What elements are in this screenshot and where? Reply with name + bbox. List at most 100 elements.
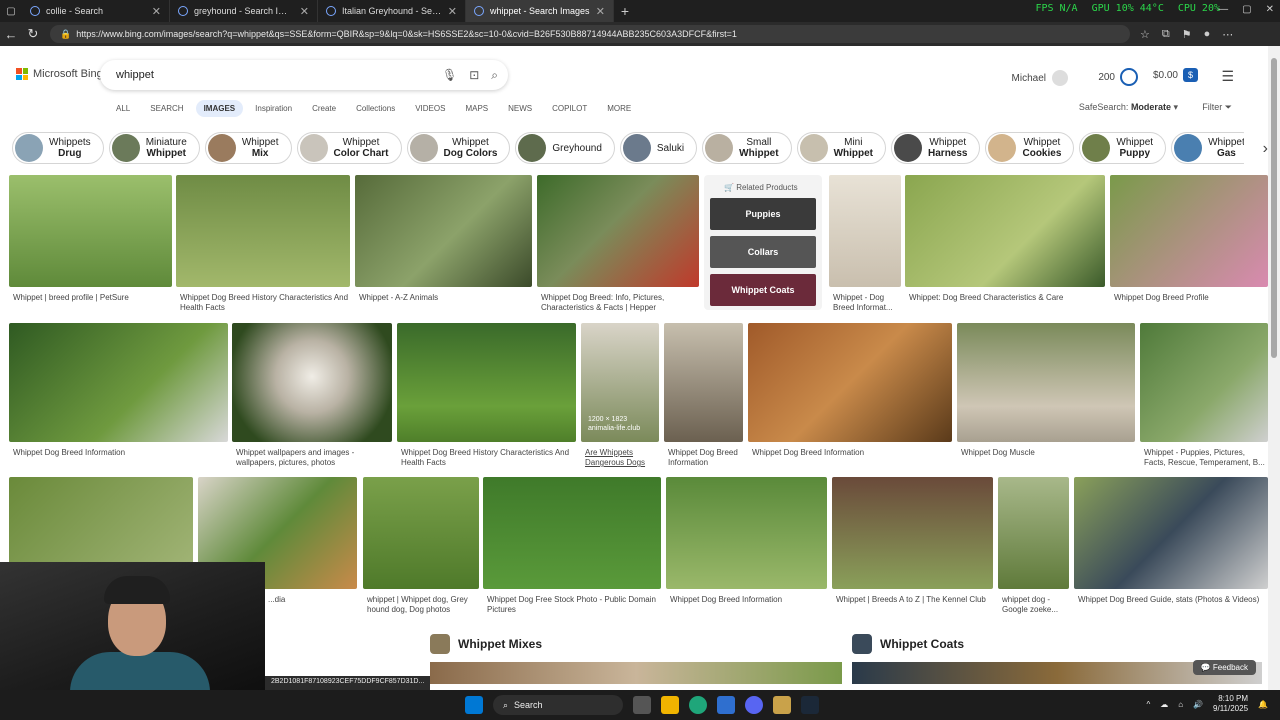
result-caption[interactable]: whippet dog - Google zoeke... (998, 595, 1069, 615)
close-icon[interactable]: ✕ (1266, 4, 1274, 15)
menu-icon[interactable]: ☰ (1221, 68, 1234, 85)
result-image[interactable] (355, 175, 532, 287)
result-image[interactable] (397, 323, 576, 442)
windows-start-icon[interactable] (465, 696, 483, 714)
search-box[interactable]: whippet 🎙 ⊡ ⌕ (100, 60, 508, 90)
result-image[interactable] (957, 323, 1135, 442)
image-result[interactable]: whippet | Whippet dog, Grey hound dog, D… (363, 477, 479, 615)
image-result[interactable]: Whippet Dog Muscle (957, 323, 1135, 458)
result-caption[interactable]: Whippet wallpapers and images - wallpape… (232, 448, 392, 468)
result-caption[interactable]: Whippet Dog Breed Information (9, 448, 228, 458)
image-result[interactable]: Whippet - Puppies, Pictures, Facts, Resc… (1140, 323, 1268, 468)
steam-icon[interactable] (801, 696, 819, 714)
wallet[interactable]: $0.00 $ (1153, 68, 1198, 82)
image-result[interactable]: Whippet Dog Breed Guide, stats (Photos &… (1074, 477, 1268, 605)
result-caption[interactable]: Are Whippets Dangerous Dogs (581, 448, 659, 468)
network-icon[interactable]: ⌂ (1178, 700, 1183, 709)
collections-icon[interactable]: ⚑ (1182, 28, 1192, 41)
result-image[interactable] (232, 323, 392, 442)
related-search-chip[interactable]: Whippet Color Chart (296, 132, 402, 164)
extensions-icon[interactable]: ⧉ (1162, 28, 1170, 41)
result-caption[interactable]: Whippet: Dog Breed Characteristics & Car… (905, 293, 1105, 303)
vertical-tab-news[interactable]: NEWS (500, 100, 540, 117)
related-search-chip[interactable]: Saluki (619, 132, 698, 164)
related-search-chip[interactable]: Whippets Drug (12, 132, 104, 164)
image-result[interactable]: Whippet | Breeds A to Z | The Kennel Clu… (832, 477, 993, 605)
image-result[interactable]: Are Whippets Dangerous Dogs (581, 323, 659, 468)
image-result[interactable]: Whippet Dog Breed History Characteristic… (397, 323, 576, 468)
vertical-tab-inspiration[interactable]: Inspiration (247, 100, 300, 117)
edge-browser-icon[interactable] (689, 696, 707, 714)
result-image[interactable] (9, 323, 228, 442)
image-result[interactable]: Whippet Dog Breed Information (748, 323, 952, 458)
app-icon[interactable] (773, 696, 791, 714)
related-search-chip[interactable]: Greyhound (515, 132, 615, 164)
related-search-chip[interactable]: Whippet Gas (1171, 132, 1244, 164)
result-caption[interactable]: Whippet Dog Breed: Info, Pictures, Chara… (537, 293, 699, 313)
result-caption[interactable]: ...dia (268, 595, 285, 604)
related-search-chip[interactable]: Whippet Dog Colors (406, 132, 511, 164)
result-image[interactable] (664, 323, 743, 442)
image-result[interactable]: Whippet wallpapers and images - wallpape… (232, 323, 392, 468)
search-icon[interactable]: ⌕ (491, 68, 498, 83)
result-image[interactable] (998, 477, 1069, 589)
result-caption[interactable]: Whippet | Breeds A to Z | The Kennel Clu… (832, 595, 993, 605)
vertical-tab-create[interactable]: Create (304, 100, 344, 117)
vertical-tab-videos[interactable]: VIDEOS (407, 100, 453, 117)
result-caption[interactable]: Whippet Dog Breed Information (748, 448, 952, 458)
result-caption[interactable]: Whippet Dog Breed History Characteristic… (397, 448, 576, 468)
url-field[interactable]: 🔒 https://www.bing.com/images/search?q=w… (50, 25, 1130, 43)
notification-bell-icon[interactable]: 🔔 (1258, 700, 1268, 709)
volume-icon[interactable]: 🔊 (1193, 700, 1203, 709)
result-image[interactable] (9, 175, 172, 287)
section-title[interactable]: Whippet Coats (880, 637, 964, 651)
safesearch[interactable]: SafeSearch: Moderate ▾ (1079, 102, 1178, 113)
taskbar-clock[interactable]: 8:10 PM 9/11/2025 (1213, 694, 1248, 714)
result-image[interactable] (832, 477, 993, 589)
result-caption[interactable]: Whippet Dog Free Stock Photo - Public Do… (483, 595, 661, 615)
file-explorer-icon[interactable] (661, 696, 679, 714)
image-result[interactable]: Whippet Dog Breed Information (666, 477, 827, 605)
page-scrollbar[interactable] (1268, 46, 1280, 690)
browser-tab[interactable]: greyhound - Search Images ✕ (170, 0, 318, 22)
result-image[interactable] (1140, 323, 1268, 442)
image-result[interactable]: Whippet Dog Breed: Info, Pictures, Chara… (537, 175, 699, 313)
related-search-chip[interactable]: Whippet Harness (891, 132, 981, 164)
result-caption[interactable]: Whippet - Puppies, Pictures, Facts, Resc… (1140, 448, 1268, 468)
related-search-chip[interactable]: Whippet Puppy (1079, 132, 1167, 164)
favorite-star-icon[interactable]: ☆ (1140, 28, 1150, 41)
image-result[interactable]: Whippet Dog Breed Information (9, 323, 228, 458)
vertical-tab-all[interactable]: ALL (108, 100, 138, 117)
user-account[interactable]: Michael (1012, 70, 1068, 86)
related-product-puppies[interactable]: Puppies (710, 198, 816, 230)
result-caption[interactable]: Whippet - Dog Breed Informat... (829, 293, 901, 313)
related-product-collars[interactable]: Collars (710, 236, 816, 268)
back-icon[interactable]: ← (0, 27, 22, 42)
tab-actions-icon[interactable]: ▢ (0, 6, 22, 17)
result-caption[interactable]: Whippet Dog Breed Information (664, 448, 743, 468)
search-input[interactable]: whippet (116, 69, 154, 81)
browser-tab[interactable]: collie - Search ✕ (22, 0, 170, 22)
image-result[interactable]: Whippet: Dog Breed Characteristics & Car… (905, 175, 1105, 303)
discord-icon[interactable] (745, 696, 763, 714)
tab-close-icon[interactable]: ✕ (596, 5, 605, 18)
microphone-icon[interactable]: 🎙 (442, 68, 457, 83)
vertical-tab-more[interactable]: MORE (599, 100, 639, 117)
result-caption[interactable]: whippet | Whippet dog, Grey hound dog, D… (363, 595, 479, 615)
related-search-chip[interactable]: Whippet Cookies (985, 132, 1075, 164)
task-view-icon[interactable] (633, 696, 651, 714)
result-caption[interactable]: Whippet - A-Z Animals (355, 293, 532, 303)
image-result[interactable]: Whippet Dog Breed History Characteristic… (176, 175, 350, 313)
new-tab-button[interactable]: + (614, 3, 636, 19)
image-result[interactable]: Whippet | breed profile | PetSure (9, 175, 172, 303)
related-product-coats[interactable]: Whippet Coats (710, 274, 816, 306)
related-search-chip[interactable]: Whippet Mix (204, 132, 292, 164)
result-caption[interactable]: Whippet Dog Breed Profile (1110, 293, 1268, 303)
result-image[interactable] (1110, 175, 1268, 287)
tab-close-icon[interactable]: ✕ (152, 5, 161, 18)
result-image[interactable] (537, 175, 699, 287)
browser-tab[interactable]: Italian Greyhound - Search ✕ (318, 0, 466, 22)
image-result[interactable]: whippet dog - Google zoeke... (998, 477, 1069, 615)
tab-close-icon[interactable]: ✕ (448, 5, 457, 18)
result-image[interactable] (905, 175, 1105, 287)
